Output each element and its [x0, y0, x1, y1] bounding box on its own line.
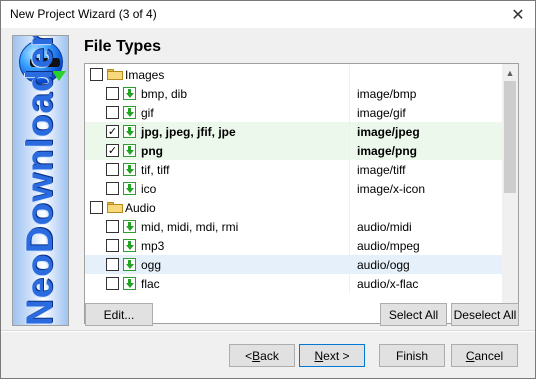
download-icon: [123, 144, 136, 157]
row-checkbox[interactable]: [106, 182, 119, 195]
download-icon: [123, 163, 136, 176]
download-icon: [123, 258, 136, 271]
next-button[interactable]: Next >: [299, 344, 365, 367]
file-type-row[interactable]: ico image/x-icon: [85, 179, 502, 198]
back-button[interactable]: < Back: [229, 344, 295, 367]
row-label: jpg, jpeg, jfif, jpe: [141, 125, 236, 139]
back-arrow-label: <: [245, 348, 253, 363]
row-checkbox[interactable]: [106, 277, 119, 290]
next-label: ext >: [323, 348, 350, 363]
row-mime-type: image/gif: [357, 106, 406, 120]
next-mnemonic: N: [314, 348, 324, 363]
close-button[interactable]: ✕: [501, 1, 535, 28]
column-separator: [349, 65, 350, 84]
file-type-row[interactable]: tif, tiff image/tiff: [85, 160, 502, 179]
row-mime-type: image/jpeg: [357, 125, 420, 139]
select-all-button[interactable]: Select All: [380, 303, 447, 326]
row-mime-type: image/tiff: [357, 163, 406, 177]
group-row[interactable]: Audio: [85, 198, 502, 217]
edit-button[interactable]: Edit...: [85, 303, 153, 326]
group-row[interactable]: Images: [85, 65, 502, 84]
download-icon: [123, 106, 136, 119]
row-label: ico: [141, 182, 157, 196]
row-checkbox[interactable]: [106, 163, 119, 176]
download-icon: [123, 277, 136, 290]
cancel-button[interactable]: Cancel: [451, 344, 518, 367]
check-icon: ✓: [107, 126, 118, 138]
row-checkbox[interactable]: ✓: [106, 125, 119, 138]
row-checkbox[interactable]: ✓: [106, 144, 119, 157]
row-mime-type: audio/mpeg: [357, 239, 420, 253]
row-label: Images: [125, 68, 165, 82]
column-separator: [349, 255, 350, 274]
file-types-list[interactable]: Images bmp, dib image/bmp gif image/gif ✓ jpg,…: [84, 63, 519, 324]
row-checkbox[interactable]: [106, 87, 119, 100]
column-separator: [349, 84, 350, 103]
file-type-row[interactable]: mid, midi, mdi, rmi audio/midi: [85, 217, 502, 236]
separator-highlight: [1, 331, 535, 332]
column-separator: [349, 141, 350, 160]
wizard-body: NeoDownloader File Types Images bmp, dib i…: [1, 28, 535, 378]
row-mime-type: image/bmp: [357, 87, 417, 101]
column-separator: [349, 179, 350, 198]
row-mime-type: image/x-icon: [357, 182, 426, 196]
column-separator: [349, 103, 350, 122]
row-mime-type: audio/x-flac: [357, 277, 419, 291]
row-label: tif, tiff: [141, 163, 170, 177]
brand-sidebar: NeoDownloader: [12, 35, 69, 326]
cancel-mnemonic: C: [465, 348, 475, 363]
row-mime-type: audio/ogg: [357, 258, 410, 272]
back-label: ack: [260, 348, 279, 363]
column-separator: [349, 122, 350, 141]
column-separator: [349, 274, 350, 293]
file-type-row[interactable]: flac audio/x-flac: [85, 274, 502, 293]
wizard-window: New Project Wizard (3 of 4) ✕ NeoDownloa…: [0, 0, 536, 379]
column-separator: [349, 160, 350, 179]
folder-icon: [107, 202, 123, 213]
file-type-row[interactable]: ✓ png image/png: [85, 141, 502, 160]
row-label: mid, midi, mdi, rmi: [141, 220, 239, 234]
row-label: ogg: [141, 258, 162, 272]
row-checkbox[interactable]: [90, 201, 103, 214]
file-type-row[interactable]: gif image/gif: [85, 103, 502, 122]
row-checkbox[interactable]: [106, 239, 119, 252]
row-label: png: [141, 144, 163, 158]
row-checkbox[interactable]: [106, 258, 119, 271]
row-checkbox[interactable]: [90, 68, 103, 81]
finish-button[interactable]: Finish: [379, 344, 445, 367]
download-icon: [123, 182, 136, 195]
row-label: flac: [141, 277, 160, 291]
scrollbar-thumb[interactable]: [504, 81, 516, 193]
page-title: File Types: [84, 38, 162, 55]
row-label: bmp, dib: [141, 87, 188, 101]
folder-icon: [107, 69, 123, 80]
brand-name: NeoDownloader: [19, 35, 60, 326]
check-icon: ✓: [107, 145, 118, 157]
file-type-row[interactable]: ogg audio/ogg: [85, 255, 502, 274]
row-checkbox[interactable]: [106, 106, 119, 119]
vertical-scrollbar[interactable]: ▲ ▼: [502, 64, 518, 323]
file-type-row[interactable]: ✓ jpg, jpeg, jfif, jpe image/jpeg: [85, 122, 502, 141]
column-separator: [349, 217, 350, 236]
deselect-all-button[interactable]: Deselect All: [451, 303, 519, 326]
row-label: gif: [141, 106, 154, 120]
window-title: New Project Wizard (3 of 4): [10, 7, 157, 21]
row-label: Audio: [125, 201, 156, 215]
row-mime-type: audio/midi: [357, 220, 412, 234]
column-separator: [349, 236, 350, 255]
download-icon: [123, 239, 136, 252]
row-checkbox[interactable]: [106, 220, 119, 233]
back-mnemonic: B: [252, 348, 261, 363]
row-mime-type: image/png: [357, 144, 418, 158]
download-icon: [123, 125, 136, 138]
download-icon: [123, 220, 136, 233]
column-separator: [349, 198, 350, 217]
scroll-up-button[interactable]: ▲: [502, 64, 518, 81]
file-type-row[interactable]: bmp, dib image/bmp: [85, 84, 502, 103]
file-type-row[interactable]: mp3 audio/mpeg: [85, 236, 502, 255]
title-bar: New Project Wizard (3 of 4) ✕: [1, 1, 535, 28]
row-label: mp3: [141, 239, 165, 253]
download-icon: [123, 87, 136, 100]
cancel-label: ancel: [474, 348, 504, 363]
